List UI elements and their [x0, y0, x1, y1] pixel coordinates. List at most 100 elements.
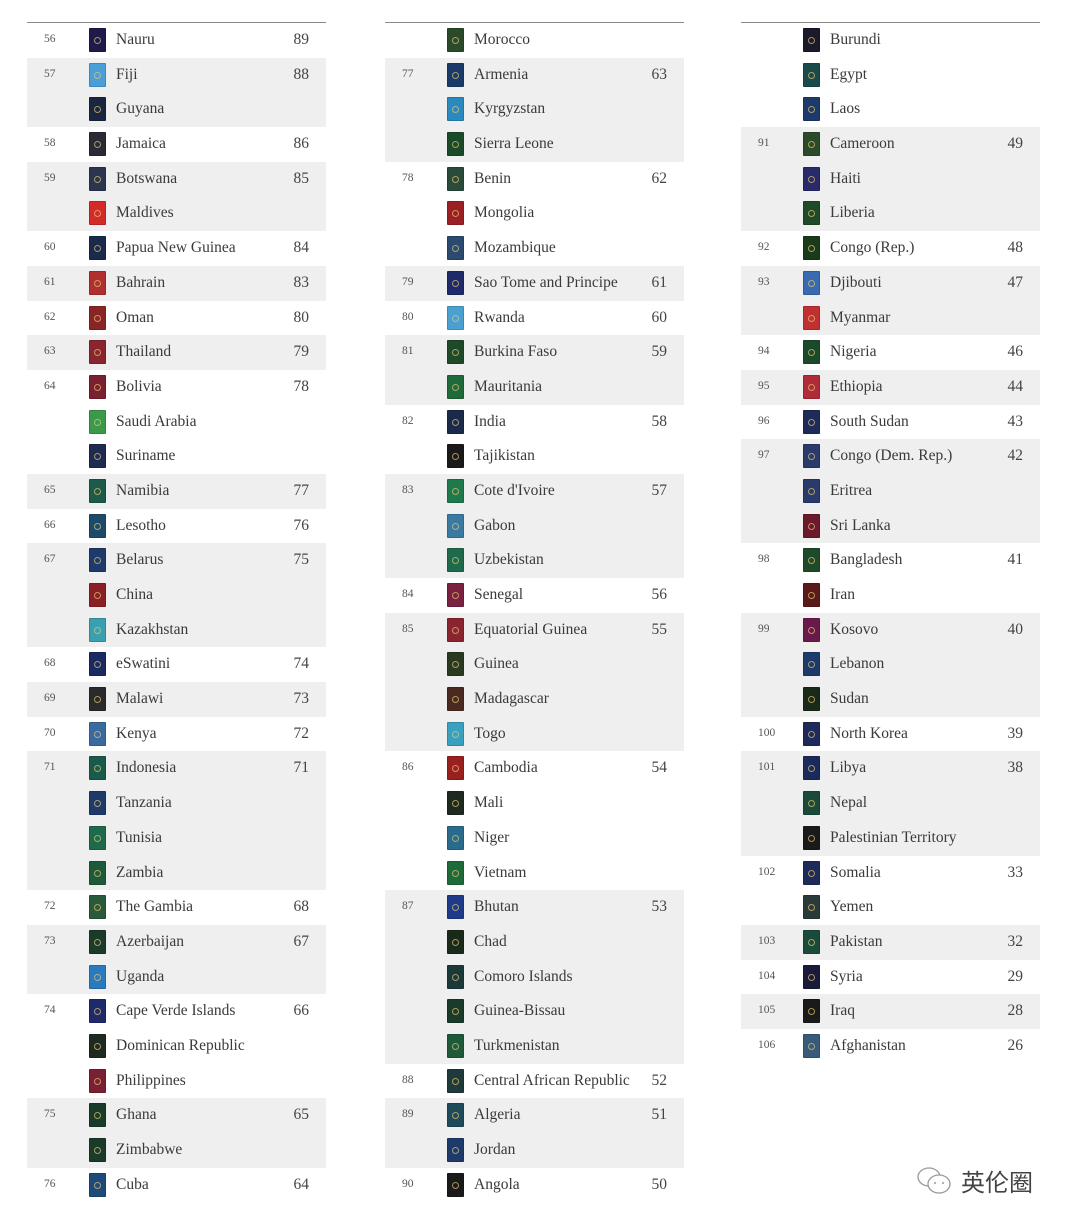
passport-icon [447, 617, 464, 642]
country-name: Congo (Dem. Rep.) [830, 447, 953, 465]
passport-icon [803, 97, 820, 122]
visa-free-score: 83 [293, 273, 310, 291]
passport-icon [89, 687, 106, 712]
rank-number: 69 [44, 692, 56, 705]
passport-icon [803, 305, 820, 330]
country-name: Zambia [116, 863, 164, 881]
country-name: Kazakhstan [116, 620, 189, 638]
passport-icon [89, 1068, 106, 1093]
rank-number: 91 [758, 137, 770, 150]
country-name: Iraq [830, 1002, 855, 1020]
passport-icon [803, 270, 820, 295]
visa-free-score: 74 [293, 655, 310, 673]
table-row: 83 Cote d'Ivoire 57 [385, 473, 684, 509]
table-row: Eritrea [741, 473, 1040, 509]
passport-icon [803, 999, 820, 1024]
table-row: Myanmar [741, 300, 1040, 336]
table-row: Guyana [27, 92, 326, 128]
country-name: Afghanistan [830, 1036, 906, 1054]
country-name: Central African Republic [474, 1071, 630, 1089]
rank-number: 64 [44, 379, 56, 392]
country-name: Egypt [830, 65, 868, 83]
country-name: Libya [830, 759, 867, 777]
country-name: Burundi [830, 31, 881, 48]
country-name: Somalia [830, 863, 881, 881]
table-row: Iran [741, 578, 1040, 613]
visa-free-score: 29 [1007, 967, 1024, 985]
table-row: 101 Libya 38 [741, 751, 1040, 787]
passport-icon [803, 964, 820, 989]
country-name: eSwatini [116, 655, 171, 673]
country-name: Tanzania [116, 794, 172, 812]
visa-free-score: 55 [651, 620, 668, 638]
rank-number: 95 [758, 379, 770, 392]
country-name: Cote d'Ivoire [474, 481, 555, 499]
table-row: 87 Bhutan 53 [385, 890, 684, 925]
passport-icon [447, 62, 464, 87]
visa-free-score: 60 [651, 308, 668, 326]
table-row: Lebanon [741, 647, 1040, 683]
table-row: Egypt [741, 58, 1040, 93]
country-name: Nepal [830, 794, 868, 812]
country-name: Armenia [474, 65, 529, 83]
passport-icon [803, 687, 820, 712]
country-name: Uzbekistan [474, 551, 544, 569]
passport-icon [89, 895, 106, 920]
passport-icon [803, 583, 820, 607]
table-row: 89 Algeria 51 [385, 1098, 684, 1133]
table-row: 105 Iraq 28 [741, 994, 1040, 1029]
country-name: Thailand [116, 343, 172, 361]
visa-free-score: 52 [651, 1071, 668, 1089]
visa-free-score: 26 [1007, 1036, 1024, 1054]
visa-free-score: 61 [651, 273, 668, 291]
rank-number: 79 [402, 275, 414, 288]
table-row: 62 Oman 80 [27, 301, 326, 336]
passport-icon [89, 721, 106, 746]
table-row: 66 Lesotho 76 [27, 509, 326, 544]
rank-number: 63 [44, 345, 56, 358]
country-name: Algeria [474, 1106, 521, 1124]
country-name: South Sudan [830, 412, 909, 430]
table-row: 77 Armenia 63 [385, 57, 684, 93]
passport-icon [803, 62, 820, 87]
rank-number: 104 [758, 969, 776, 982]
visa-free-score: 59 [651, 343, 668, 361]
country-name: Eritrea [830, 481, 873, 499]
passport-icon [803, 374, 820, 399]
country-name: Togo [474, 724, 506, 742]
country-name: Cambodia [474, 759, 538, 777]
passport-icon [803, 756, 820, 781]
country-name: Burkina Faso [474, 343, 558, 361]
visa-free-score: 43 [1007, 412, 1024, 430]
country-name: Sudan [830, 690, 869, 708]
visa-free-score: 32 [1007, 932, 1024, 950]
table-row: Turkmenistan [385, 1028, 684, 1064]
country-name: Pakistan [830, 932, 883, 950]
country-name: Botswana [116, 169, 178, 187]
rank-number: 80 [402, 310, 414, 323]
table-row: Mauritania [385, 369, 684, 405]
passport-icon [447, 860, 464, 885]
rank-number: 74 [44, 1004, 56, 1017]
rank-number: 57 [44, 67, 56, 80]
table-row: Tanzania [27, 786, 326, 821]
watermark-text: 英伦圈 [961, 1169, 1033, 1197]
passport-icon [89, 860, 106, 885]
country-name: Gabon [474, 516, 516, 534]
table-row: 56 Nauru 89 [27, 23, 326, 58]
passport-icon [89, 444, 106, 469]
country-name: Senegal [474, 586, 524, 603]
table-row: 73 Azerbaijan 67 [27, 924, 326, 960]
table-row: Palestinian Territory [741, 820, 1040, 856]
passport-icon [803, 825, 820, 850]
table-row: Uganda [27, 959, 326, 995]
rank-number: 62 [44, 310, 56, 323]
rank-number: 76 [44, 1177, 56, 1190]
passport-icon [803, 1033, 820, 1058]
passport-icon [447, 28, 464, 52]
country-name: Jamaica [116, 135, 166, 153]
country-name: Morocco [474, 31, 530, 48]
passport-icon [447, 652, 464, 677]
table-row: 84 Senegal 56 [385, 578, 684, 613]
table-row: Laos [741, 92, 1040, 127]
